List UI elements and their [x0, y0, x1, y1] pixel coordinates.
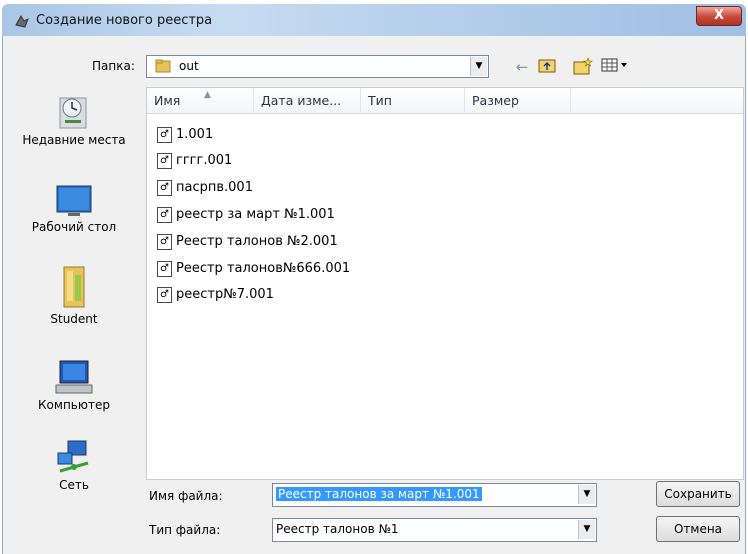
file-list[interactable]: ▲ Имя Дата изме... Тип Размер ♂ 1.001 ♂ …	[146, 87, 744, 480]
save-button[interactable]: Сохранить	[656, 481, 740, 507]
cancel-button[interactable]: Отмена	[656, 516, 740, 542]
close-button[interactable]: X	[696, 6, 742, 26]
recent-places-icon	[59, 97, 87, 129]
user-folder-icon	[63, 266, 85, 308]
column-label: Тип	[368, 93, 392, 108]
place-label: Рабочий стол	[31, 220, 117, 234]
column-header-name[interactable]: ▲ Имя	[147, 88, 254, 114]
views-menu-icon[interactable]	[600, 57, 634, 77]
folder-combo[interactable]: out ▼	[146, 55, 489, 78]
places-bar: Недавние места Рабочий стол Student Комп…	[4, 87, 144, 507]
window-title: Создание нового реестра	[36, 13, 213, 28]
filename-label: Имя файла:	[149, 489, 223, 503]
folder-icon	[155, 59, 171, 73]
network-icon	[57, 440, 89, 473]
sort-ascending-icon: ▲	[204, 90, 211, 100]
title-bar[interactable]: Создание нового реестра X	[2, 4, 746, 36]
folder-label: Папка:	[92, 59, 135, 73]
computer-icon	[55, 360, 93, 394]
close-icon: X	[713, 8, 725, 23]
registry-file-icon: ♂	[157, 261, 172, 277]
chevron-down-icon[interactable]: ▼	[578, 520, 595, 539]
filetype-value: Реестр талонов №1	[276, 522, 399, 536]
filetype-label: Тип файла:	[149, 523, 221, 537]
filename-value: Реестр талонов за март №1.001	[276, 487, 482, 501]
back-arrow-icon[interactable]: ←	[513, 57, 531, 77]
place-label: Недавние места	[22, 133, 126, 147]
file-name: пасрпв.001	[176, 180, 253, 195]
registry-file-icon: ♂	[157, 127, 172, 143]
place-label: Student	[50, 312, 98, 326]
registry-file-icon: ♂	[157, 207, 172, 223]
app-icon	[15, 15, 29, 28]
registry-file-icon: ♂	[157, 234, 172, 250]
place-desktop[interactable]: Рабочий стол	[4, 183, 144, 235]
column-label: Дата изме...	[261, 93, 342, 108]
column-header-date[interactable]: Дата изме...	[254, 88, 361, 114]
desktop-icon	[56, 185, 92, 216]
file-name: гггг.001	[176, 153, 233, 168]
file-name: Реестр талонов №2.001	[176, 234, 338, 249]
chevron-down-icon[interactable]: ▼	[470, 57, 487, 76]
folder-value: out	[179, 59, 199, 73]
file-name: реестр за март №1.001	[176, 207, 335, 222]
column-header-type[interactable]: Тип	[361, 88, 465, 114]
place-recent[interactable]: Недавние места	[4, 92, 144, 148]
column-header-size[interactable]: Размер	[465, 88, 571, 114]
place-label: Сеть	[59, 478, 89, 492]
place-network[interactable]: Сеть	[4, 439, 144, 493]
column-label: Имя	[154, 93, 181, 108]
file-name: реестр№7.001	[176, 287, 274, 302]
file-name: Реестр талонов№666.001	[176, 261, 351, 276]
registry-file-icon: ♂	[157, 180, 172, 196]
registry-file-icon: ♂	[157, 153, 172, 169]
file-name: 1.001	[176, 127, 214, 142]
filetype-select[interactable]: Реестр талонов №1 ▼	[272, 518, 597, 542]
up-folder-icon[interactable]	[537, 57, 557, 77]
place-computer[interactable]: Компьютер	[4, 357, 144, 413]
place-label: Компьютер	[38, 398, 110, 412]
new-folder-icon[interactable]	[572, 57, 594, 77]
column-label: Размер	[472, 93, 519, 108]
filename-input[interactable]: Реестр талонов за март №1.001 ▼	[272, 483, 597, 507]
registry-file-icon: ♂	[157, 287, 172, 303]
column-header-row: ▲ Имя Дата изме... Тип Размер	[147, 88, 743, 114]
chevron-down-icon[interactable]: ▼	[578, 485, 595, 504]
place-student[interactable]: Student	[4, 265, 144, 327]
